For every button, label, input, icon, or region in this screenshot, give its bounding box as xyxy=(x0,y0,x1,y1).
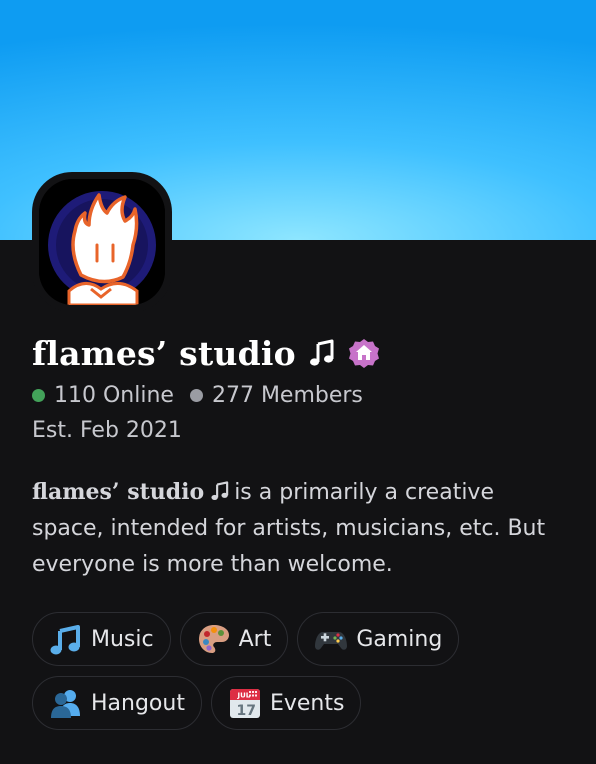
tag-music[interactable]: Music xyxy=(32,612,171,666)
tag-label: Gaming xyxy=(356,626,443,652)
members-status-dot xyxy=(189,388,203,402)
server-name: flames’ studio xyxy=(32,333,296,373)
tag-label: Events xyxy=(269,690,345,716)
online-count: 110 Online xyxy=(54,382,174,408)
calendar-icon: JUL 17 xyxy=(229,689,260,719)
description-server-name: flames’ studio xyxy=(32,479,205,505)
calendar-day: 17 xyxy=(236,703,255,719)
server-profile-card: flames’ studio 110 Online 277 Members Es… xyxy=(0,0,596,764)
community-home-badge-icon[interactable] xyxy=(346,335,382,371)
server-icon-frame xyxy=(32,172,172,312)
tag-label: Hangout xyxy=(91,690,185,716)
artist-palette-icon xyxy=(198,625,229,653)
musical-note-icon xyxy=(211,481,229,500)
members-count: 277 Members xyxy=(211,382,363,408)
game-controller-icon xyxy=(315,632,348,650)
musical-note-icon xyxy=(309,339,334,366)
tag-label: Music xyxy=(91,626,154,652)
server-tags: Music Art Gaming Hangout JUL 17 Events xyxy=(32,612,572,730)
server-avatar[interactable] xyxy=(39,179,165,305)
tag-events[interactable]: JUL 17 Events xyxy=(210,676,362,730)
tag-hangout[interactable]: Hangout xyxy=(32,676,202,730)
member-stats: 110 Online 277 Members xyxy=(32,380,363,410)
tag-gaming[interactable]: Gaming xyxy=(297,612,460,666)
people-icon xyxy=(51,690,80,718)
calendar-month: JUL xyxy=(236,692,250,700)
tag-label: Art xyxy=(238,626,272,652)
server-description: flames’ studio is a primarily a creative… xyxy=(32,474,572,583)
established-date: Est. Feb 2021 xyxy=(32,418,182,443)
flame-character-icon xyxy=(39,179,165,305)
tag-art[interactable]: Art xyxy=(179,612,289,666)
online-status-dot xyxy=(32,388,45,402)
musical-notes-icon xyxy=(50,625,80,655)
server-title-row: flames’ studio xyxy=(32,330,382,376)
